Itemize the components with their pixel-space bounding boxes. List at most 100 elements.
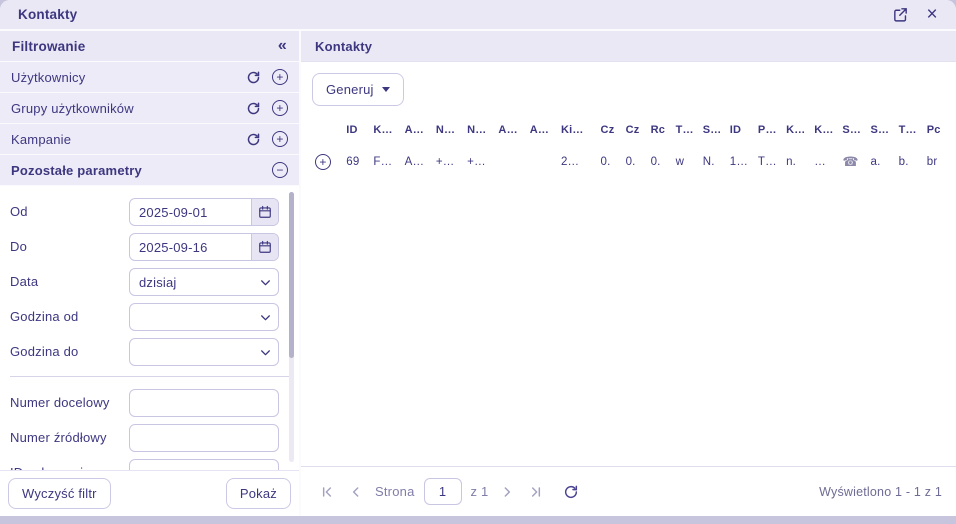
generate-button[interactable]: Generuj xyxy=(312,73,404,106)
form-divider xyxy=(10,376,289,377)
results-summary: Wyświetlono 1 - 1 z 1 xyxy=(819,484,942,499)
numer-docelowy-input[interactable] xyxy=(129,389,279,417)
table-header-row: ID K… A… N… N… A… A… Ki… Cz Cz Rc T… S… ID P… K… K… S… S… T… xyxy=(312,116,952,144)
page-label: Strona xyxy=(375,484,415,499)
titlebar: Kontakty × xyxy=(0,0,956,31)
column-header-1[interactable]: K… xyxy=(370,116,401,144)
contacts-table: ID K… A… N… N… A… A… Ki… Cz Cz Rc T… S… ID P… K… K… S… S… T… xyxy=(312,116,952,180)
column-header-2[interactable]: A… xyxy=(402,116,433,144)
column-header-15[interactable]: K… xyxy=(783,116,811,144)
column-header-3[interactable]: N… xyxy=(433,116,464,144)
column-header-17[interactable]: S… xyxy=(839,116,867,144)
section-pozostale-parametry[interactable]: Pozostałe parametry − xyxy=(0,155,299,186)
section-label: Grupy użytkowników xyxy=(11,100,134,116)
table-cell: br xyxy=(926,156,938,168)
table-row: +69 F… A… +… +… 2… 0. 0. 0. w N. 1… T… n. … ☎ a. b. br xyxy=(312,144,952,180)
od-label: Od xyxy=(10,203,28,219)
refresh-icon[interactable] xyxy=(246,132,261,147)
refresh-icon[interactable] xyxy=(246,70,261,85)
table-cell: F… xyxy=(373,156,393,168)
last-page-icon[interactable] xyxy=(526,482,546,502)
calendar-icon[interactable] xyxy=(251,234,278,260)
tab-kontakty[interactable]: Kontakty xyxy=(315,39,372,54)
page-background-strip xyxy=(0,516,956,524)
table-cell: A… xyxy=(404,156,425,168)
column-header-10[interactable]: Rc xyxy=(648,116,673,144)
show-button[interactable]: Pokaż xyxy=(225,478,291,509)
godzina-od-select[interactable] xyxy=(129,303,279,331)
column-header-13[interactable]: ID xyxy=(727,116,755,144)
table-cell: … xyxy=(814,156,826,168)
filter-form: Od 2025-09-01 Do 2025-09-16 Data dzisiaj… xyxy=(0,186,299,470)
expand-row-icon[interactable]: + xyxy=(315,154,331,170)
id-zgloszenia-input[interactable] xyxy=(129,459,279,470)
sidebar-scrollbar-thumb[interactable] xyxy=(289,192,294,358)
main-body: Generuj ID K… A… N… N… A… A… Ki… Cz Cz Rc T… S… ID P… K… xyxy=(301,62,956,466)
numer-zrodlowy-label: Numer źródłowy xyxy=(10,429,107,445)
add-icon[interactable]: + xyxy=(272,100,288,116)
table-cell: n. xyxy=(786,156,797,168)
column-header-6[interactable]: A… xyxy=(527,116,558,144)
filter-footer: Wyczyść filtr Pokaż xyxy=(0,470,299,516)
refresh-icon[interactable] xyxy=(246,101,261,116)
numer-docelowy-label: Numer docelowy xyxy=(10,394,110,410)
column-header-11[interactable]: T… xyxy=(673,116,700,144)
column-header-16[interactable]: K… xyxy=(811,116,839,144)
table-cell: w xyxy=(675,156,685,168)
table-cell: 2… xyxy=(560,156,580,168)
table-cell: ☎ xyxy=(839,144,867,180)
main-panel: Kontakty Generuj ID K… A… N… N… A… A… Ki… Cz Cz Rc… xyxy=(301,31,956,516)
table-cell: 0. xyxy=(600,156,611,168)
open-in-window-icon[interactable] xyxy=(890,5,910,25)
table-cell: T… xyxy=(757,156,777,168)
page-number-input[interactable] xyxy=(423,478,462,505)
prev-page-icon[interactable] xyxy=(346,482,366,502)
chevron-down-icon xyxy=(252,276,278,289)
section-label: Użytkownicy xyxy=(11,69,86,85)
section-kampanie[interactable]: Kampanie + xyxy=(0,124,299,155)
column-header-20[interactable]: Pc xyxy=(924,116,952,144)
table-cell: 0. xyxy=(650,156,661,168)
column-header-14[interactable]: P… xyxy=(755,116,783,144)
od-date-value: 2025-09-01 xyxy=(139,204,208,220)
table-cell: a. xyxy=(870,156,881,168)
calendar-icon[interactable] xyxy=(251,199,278,225)
column-header-7[interactable]: Ki… xyxy=(558,116,598,144)
column-header-8[interactable]: Cz xyxy=(598,116,623,144)
main-tabbar: Kontakty xyxy=(301,31,956,62)
column-header-0[interactable]: ID xyxy=(343,116,370,144)
filter-sidebar: Filtrowanie « Użytkownicy + Grupy użytko… xyxy=(0,31,301,516)
collapse-sidebar-icon[interactable]: « xyxy=(278,38,287,54)
data-select[interactable]: dzisiaj xyxy=(129,268,279,296)
chevron-down-icon xyxy=(252,311,278,324)
godzina-do-select[interactable] xyxy=(129,338,279,366)
table-cell: b. xyxy=(898,156,909,168)
close-icon[interactable]: × xyxy=(922,5,942,25)
table-cell: 69 xyxy=(346,156,360,168)
section-label: Kampanie xyxy=(11,131,72,147)
next-page-icon[interactable] xyxy=(497,482,517,502)
sidebar-scrollbar[interactable] xyxy=(289,192,294,462)
do-date-field[interactable]: 2025-09-16 xyxy=(129,233,279,261)
filter-title: Filtrowanie xyxy=(12,38,86,54)
column-header-18[interactable]: S… xyxy=(867,116,895,144)
clear-filter-button[interactable]: Wyczyść filtr xyxy=(8,478,111,509)
od-date-field[interactable]: 2025-09-01 xyxy=(129,198,279,226)
refresh-table-icon[interactable] xyxy=(561,482,581,502)
add-icon[interactable]: + xyxy=(272,131,288,147)
collapse-section-icon[interactable]: − xyxy=(272,162,288,178)
add-icon[interactable]: + xyxy=(272,69,288,85)
section-grupy-uzytkownikow[interactable]: Grupy użytkowników + xyxy=(0,93,299,124)
table-cell: +… xyxy=(467,156,486,168)
window-title: Kontakty xyxy=(18,7,78,22)
do-label: Do xyxy=(10,238,28,254)
column-header-19[interactable]: T… xyxy=(896,116,924,144)
numer-zrodlowy-input[interactable] xyxy=(129,424,279,452)
section-uzytkownicy[interactable]: Użytkownicy + xyxy=(0,62,299,93)
column-header-9[interactable]: Cz xyxy=(623,116,648,144)
expand-cell: + xyxy=(312,144,343,180)
column-header-12[interactable]: S… xyxy=(700,116,727,144)
first-page-icon[interactable] xyxy=(317,482,337,502)
column-header-4[interactable]: N… xyxy=(464,116,495,144)
column-header-5[interactable]: A… xyxy=(495,116,526,144)
